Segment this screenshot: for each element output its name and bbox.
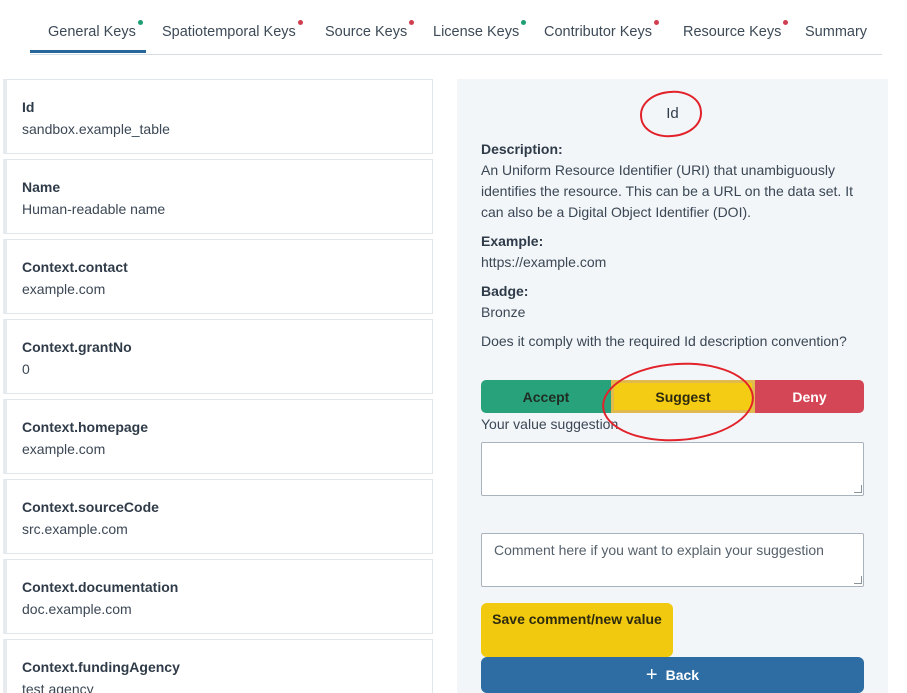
key-value: doc.example.com <box>22 601 132 617</box>
key-item-context-documentation[interactable]: Context.documentation doc.example.com <box>3 559 433 634</box>
status-dot-icon <box>297 20 303 25</box>
key-value: src.example.com <box>22 521 128 537</box>
key-value: sandbox.example_table <box>22 121 170 137</box>
status-dot-icon <box>521 20 527 25</box>
comment-input[interactable] <box>481 533 864 587</box>
back-button[interactable]: + Back <box>481 657 864 693</box>
key-name: Id <box>22 99 35 115</box>
description-label: Description: <box>481 141 563 157</box>
key-value: 0 <box>22 361 30 377</box>
compliance-question: Does it comply with the required Id desc… <box>481 333 847 349</box>
status-dot-icon <box>137 20 143 25</box>
key-name: Context.sourceCode <box>22 499 159 515</box>
key-name: Context.fundingAgency <box>22 659 180 675</box>
tab-label: Summary <box>805 24 868 40</box>
key-item-context-homepage[interactable]: Context.homepage example.com <box>3 399 433 474</box>
tab-spatiotemporal-keys[interactable]: Spatiotemporal Keys <box>162 20 303 40</box>
key-item-context-grantno[interactable]: Context.grantNo 0 <box>3 319 433 394</box>
tab-label: Source Keys <box>325 24 408 40</box>
tab-label: General Keys <box>48 24 136 40</box>
active-tab-indicator <box>30 50 146 53</box>
description-text: An Uniform Resource Identifier (URI) tha… <box>481 162 853 220</box>
tab-license-keys[interactable]: License Keys <box>433 20 527 40</box>
key-name: Name <box>22 179 61 195</box>
key-value: test agency <box>22 681 94 693</box>
key-name: Context.documentation <box>22 579 179 595</box>
key-item-context-fundingagency[interactable]: Context.fundingAgency test agency <box>3 639 433 693</box>
key-name: Context.homepage <box>22 419 149 435</box>
tab-label: Contributor Keys <box>544 24 652 40</box>
value-suggestion-input[interactable] <box>481 442 864 496</box>
tab-source-keys[interactable]: Source Keys <box>325 20 415 40</box>
tab-label: Spatiotemporal Keys <box>162 24 296 40</box>
example-label: Example: <box>481 233 544 249</box>
key-category-tabs: General Keys Spatiotemporal Keys Source … <box>30 0 882 55</box>
resize-handle-icon[interactable] <box>854 576 862 584</box>
status-dot-icon <box>654 20 659 25</box>
tab-summary[interactable]: Summary <box>805 24 867 40</box>
tab-general-keys[interactable]: General Keys <box>48 20 143 40</box>
annotation-circle <box>637 87 705 141</box>
tab-contributor-keys[interactable]: Contributor Keys <box>544 20 659 40</box>
key-value: Human-readable name <box>22 201 166 217</box>
status-dot-icon <box>783 20 789 25</box>
key-value: example.com <box>22 441 106 457</box>
key-name: Context.grantNo <box>22 339 132 355</box>
resize-handle-icon[interactable] <box>854 485 862 493</box>
accept-button[interactable]: Accept <box>481 380 611 413</box>
key-item-id[interactable]: Id sandbox.example_table <box>3 79 433 154</box>
key-value: example.com <box>22 281 106 297</box>
status-dot-icon <box>409 20 415 25</box>
key-item-name[interactable]: Name Human-readable name <box>3 159 433 234</box>
key-list: Id sandbox.example_table Name Human-read… <box>3 79 434 693</box>
save-comment-button[interactable]: Save comment/new value <box>481 603 673 657</box>
tab-label: License Keys <box>433 24 520 40</box>
badge-label: Badge: <box>481 283 529 299</box>
example-value: https://example.com <box>481 254 607 270</box>
plus-icon: + <box>645 664 658 686</box>
deny-button[interactable]: Deny <box>755 380 864 413</box>
tab-resource-keys[interactable]: Resource Keys <box>683 20 789 40</box>
key-detail-panel: Id Description: An Uniform Resource Iden… <box>457 79 888 693</box>
tab-label: Resource Keys <box>683 24 782 40</box>
key-item-context-contact[interactable]: Context.contact example.com <box>3 239 433 314</box>
key-name: Context.contact <box>22 259 128 275</box>
badge-value: Bronze <box>481 304 526 320</box>
back-button-label: Back <box>665 667 700 683</box>
key-item-context-sourcecode[interactable]: Context.sourceCode src.example.com <box>3 479 433 554</box>
